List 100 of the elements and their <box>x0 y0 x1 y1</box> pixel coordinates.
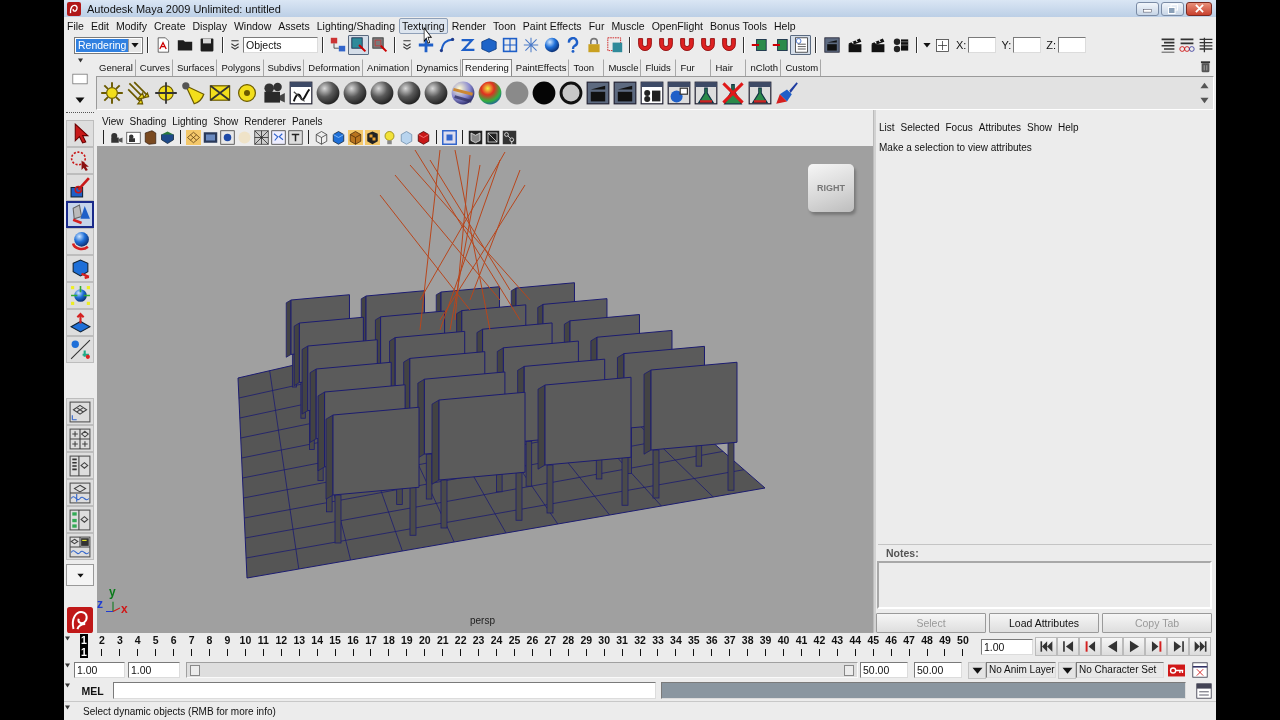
frame-number[interactable]: 26 <box>525 634 540 646</box>
frame-number[interactable]: 7 <box>187 634 196 646</box>
starburst-icon[interactable] <box>522 37 539 53</box>
step-back-icon[interactable] <box>1061 640 1075 653</box>
sphere-icon[interactable] <box>369 81 394 105</box>
frame-number[interactable]: 27 <box>543 634 558 646</box>
collapse-triangle-icon[interactable] <box>77 58 83 63</box>
menu-item[interactable]: Create <box>150 17 189 34</box>
paintbrush-icon[interactable] <box>774 81 799 105</box>
frame-number[interactable]: 36 <box>704 634 719 646</box>
wireframe-cube-icon[interactable] <box>314 129 329 145</box>
frame-number[interactable]: 8 <box>205 634 214 646</box>
attribute-menu-item[interactable]: Help <box>1055 122 1082 133</box>
zigzag-curve-icon[interactable] <box>459 37 476 53</box>
scroll-up-icon[interactable] <box>1200 81 1209 90</box>
frame-number[interactable]: 25 <box>507 634 522 646</box>
menu-item[interactable]: Fur <box>585 17 608 34</box>
menu-item[interactable]: Toon <box>490 17 519 34</box>
frame-number[interactable]: 33 <box>651 634 665 646</box>
frame-number[interactable]: 44 <box>848 634 863 646</box>
shaded-cube-icon[interactable] <box>331 129 346 145</box>
mesh-icon[interactable] <box>254 129 269 145</box>
previous-key-icon[interactable] <box>1083 640 1097 653</box>
magnet-icon[interactable] <box>699 37 716 53</box>
panel-menu-item[interactable]: Panels <box>288 116 326 128</box>
frame-number[interactable]: 4 <box>133 634 142 646</box>
command-input-field[interactable] <box>113 682 656 699</box>
command-language-label[interactable]: MEL <box>72 684 113 697</box>
character-set-field[interactable]: No Character Set <box>1076 662 1164 678</box>
crossed-flask-icon[interactable] <box>720 81 745 105</box>
frame-number[interactable]: 39 <box>758 634 773 646</box>
step-forward-icon[interactable] <box>1171 640 1185 653</box>
frame-number[interactable]: 10 <box>238 634 253 646</box>
shaded-box-icon[interactable] <box>160 129 175 145</box>
isolate-icon[interactable] <box>442 129 457 145</box>
collapse-triangle-icon[interactable] <box>65 683 70 688</box>
menu-item[interactable]: Bonus Tools <box>707 17 771 34</box>
clapper-icon[interactable] <box>869 37 886 53</box>
playback-start-field[interactable]: 1.00 <box>128 662 180 678</box>
checker-cube-icon[interactable] <box>365 129 380 145</box>
joint-icon[interactable] <box>502 129 517 145</box>
camera-icon[interactable] <box>261 81 286 105</box>
frame-number[interactable]: 38 <box>740 634 755 646</box>
anim-layer-field[interactable]: No Anim Layer <box>986 662 1056 678</box>
frame-number[interactable]: 50 <box>956 634 970 646</box>
frame-number[interactable]: 9 <box>223 634 232 646</box>
magnet-icon[interactable] <box>636 37 653 53</box>
playback-button[interactable] <box>1035 637 1057 656</box>
frame-number[interactable]: 3 <box>115 634 124 646</box>
frame-number[interactable]: 46 <box>884 634 898 646</box>
close-button[interactable] <box>1186 1 1212 16</box>
magnet-icon[interactable] <box>657 37 674 53</box>
menu-item[interactable]: Muscle <box>608 17 648 34</box>
frame-number[interactable]: 19 <box>400 634 414 646</box>
save-icon[interactable] <box>199 37 215 53</box>
frame-number[interactable]: 41 <box>794 634 809 646</box>
attribute-menu-item[interactable]: Selected <box>897 122 943 133</box>
frame-number[interactable]: 6 <box>169 634 178 646</box>
playback-button[interactable] <box>1101 637 1123 656</box>
next-key-icon[interactable] <box>1149 640 1163 653</box>
text-window-icon[interactable] <box>1196 682 1212 699</box>
framed-rectangle-icon[interactable] <box>203 129 218 145</box>
panel-menu-item[interactable]: Lighting <box>169 116 211 128</box>
menu-item[interactable]: Paint Effects <box>519 17 585 34</box>
range-slider-track[interactable] <box>186 662 858 678</box>
clapper-window-icon[interactable] <box>612 81 637 105</box>
playback-button[interactable] <box>1079 637 1101 656</box>
menu-item[interactable]: Display <box>189 17 230 34</box>
frame-number[interactable]: 14 <box>310 634 324 646</box>
frame-number[interactable]: 24 <box>489 634 504 646</box>
coordinate-field[interactable] <box>1058 37 1086 53</box>
sphere-icon[interactable] <box>315 81 340 105</box>
frame-number[interactable]: 31 <box>615 634 629 646</box>
frame-number[interactable]: 18 <box>382 634 396 646</box>
restore-icon[interactable] <box>1167 3 1178 14</box>
menu-item[interactable]: Assets <box>275 17 313 34</box>
panel-menu-item[interactable]: Show <box>210 116 242 128</box>
frame-number[interactable]: 2 <box>98 634 106 646</box>
folder-icon[interactable] <box>177 37 193 53</box>
spotlight-icon[interactable] <box>180 81 205 105</box>
crosshair-light-icon[interactable] <box>153 81 178 105</box>
frame-number[interactable]: 47 <box>902 634 916 646</box>
frame-number[interactable]: 30 <box>597 634 611 646</box>
text-frame-icon[interactable] <box>288 129 303 145</box>
attribute-menu-item[interactable]: Focus <box>942 122 976 133</box>
minimize-button[interactable] <box>1136 1 1159 16</box>
frame-number[interactable]: 45 <box>866 634 881 646</box>
coordinate-field[interactable] <box>1013 37 1042 53</box>
cube-icon[interactable] <box>416 129 431 145</box>
menu-item[interactable]: Texturing <box>399 17 448 34</box>
sphere-window-icon[interactable] <box>666 81 691 105</box>
play-icon[interactable] <box>1127 640 1141 653</box>
ring-icon[interactable] <box>558 81 583 105</box>
frame-number[interactable]: 34 <box>669 634 683 646</box>
flask-window-icon[interactable] <box>693 81 718 105</box>
playback-end-field[interactable]: 50.00 <box>860 662 908 678</box>
book-icon[interactable] <box>143 129 158 145</box>
collapse-triangle-icon[interactable] <box>65 663 70 668</box>
attribute-menu-item[interactable]: Attributes <box>975 122 1024 133</box>
frame-number[interactable]: 37 <box>722 634 737 646</box>
